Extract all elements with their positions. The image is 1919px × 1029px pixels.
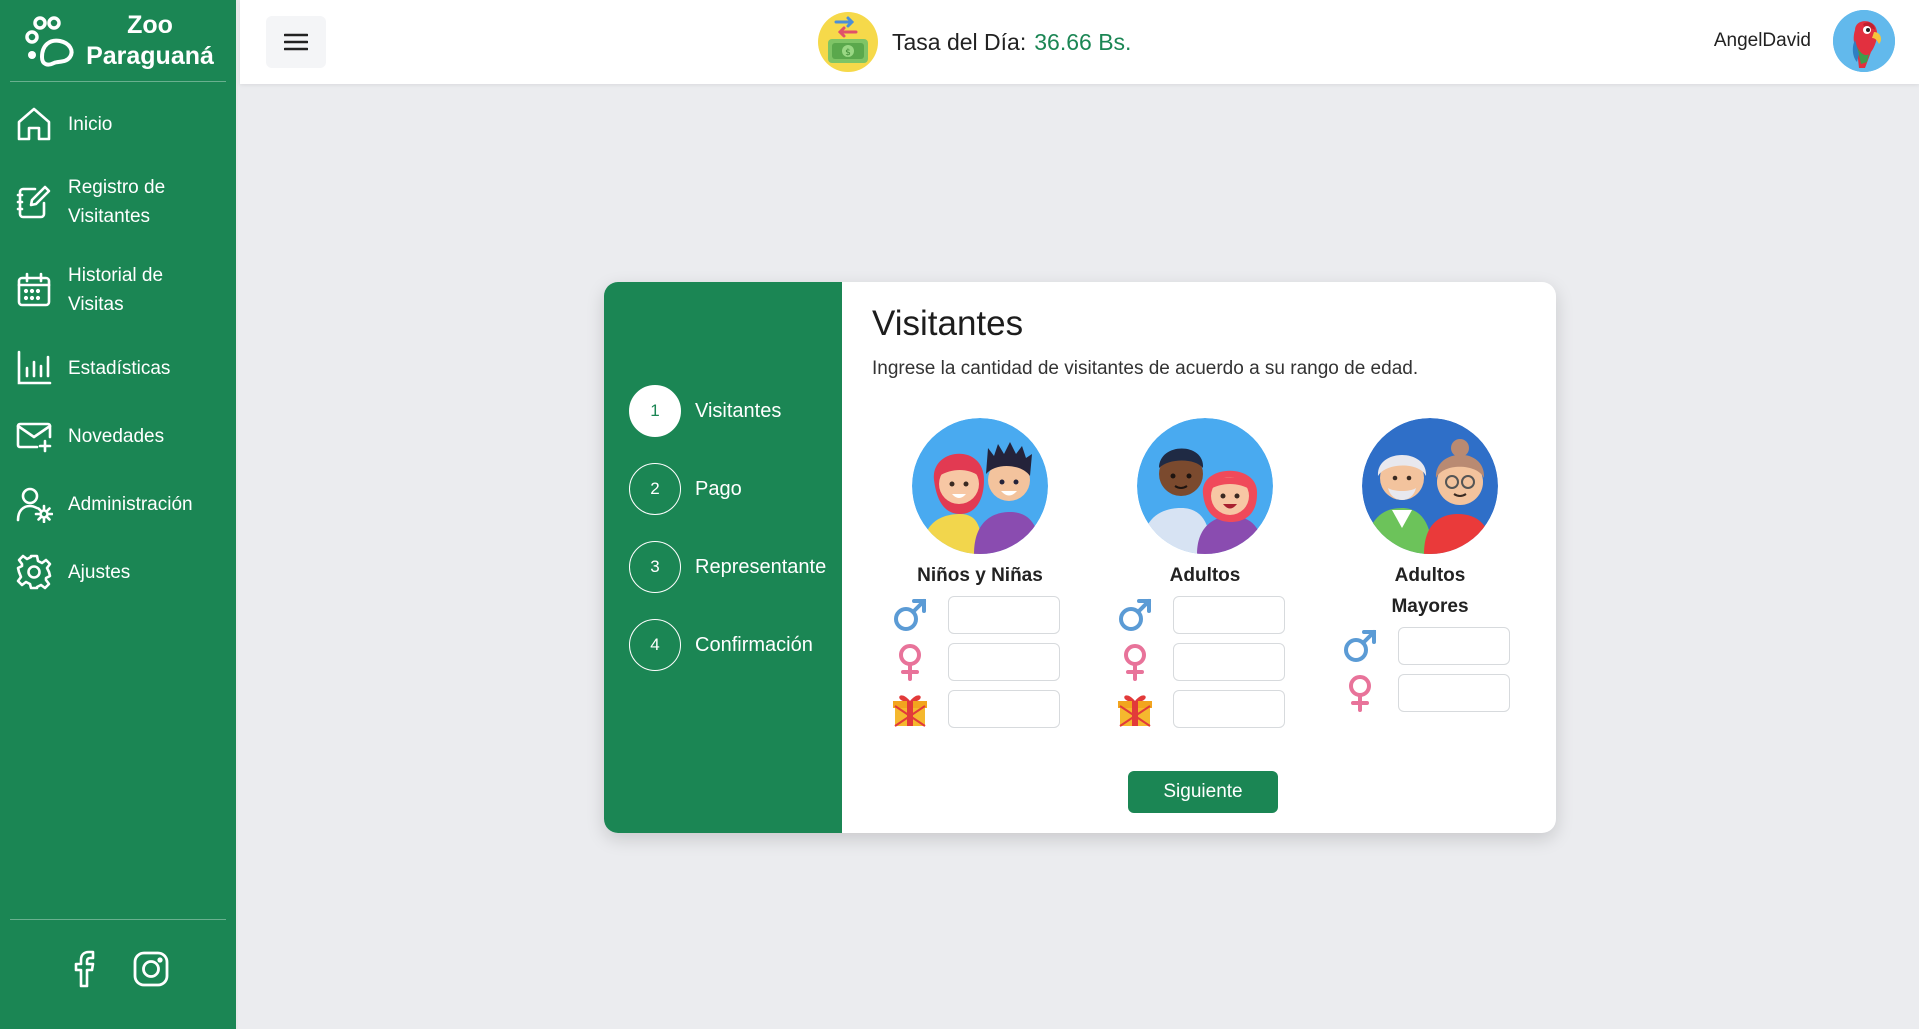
menu-toggle-button[interactable] [266, 16, 326, 68]
group-title: Niños y Niñas [917, 565, 1043, 586]
step-number: 2 [629, 463, 681, 515]
male-symbol-icon [880, 597, 940, 633]
sidebar-item-administracion[interactable]: Administración [0, 470, 236, 538]
male-symbol-icon [1330, 628, 1390, 664]
form-description: Ingrese la cantidad de visitantes de acu… [872, 358, 1419, 379]
chart-icon [14, 348, 54, 388]
next-button[interactable]: Siguiente [1128, 771, 1278, 813]
sidebar-item-label-line1: Registro de [68, 177, 166, 198]
children-gift-input[interactable] [948, 689, 1060, 728]
gear-icon [14, 552, 54, 592]
home-icon [14, 104, 54, 144]
group-seniors: Adultos Mayores [1330, 418, 1530, 716]
paw-logo-icon [25, 15, 74, 67]
sidebar-nav: Inicio Registro de Visitantes Historial … [0, 82, 236, 606]
children-female-input[interactable] [948, 642, 1060, 681]
gift-icon [880, 690, 940, 728]
step-label: Confirmación [695, 633, 813, 656]
sidebar-item-label-line2: Visitas [68, 294, 124, 315]
sidebar-item-label: Ajustes [68, 561, 131, 583]
visitor-wizard-card: 1 Visitantes 2 Pago 3 Representante 4 Co… [604, 282, 1556, 833]
sidebar-item-label: Novedades [68, 425, 165, 447]
step-pago[interactable]: 2 Pago [629, 463, 742, 515]
brand[interactable]: Zoo Paraguaná [10, 0, 226, 82]
children-illustration [912, 418, 1048, 554]
sidebar-item-label-line1: Historial de [68, 265, 164, 286]
step-number: 3 [629, 541, 681, 593]
sidebar-item-label-line2: Visitantes [68, 206, 151, 227]
adults-illustration [1137, 418, 1273, 554]
step-number: 4 [629, 619, 681, 671]
sidebar-item-label: Administración [68, 493, 193, 515]
group-title-line1: Adultos [1394, 565, 1466, 586]
user-menu[interactable]: AngelDavid [1714, 10, 1895, 72]
female-symbol-icon [880, 643, 940, 681]
step-confirmacion[interactable]: 4 Confirmación [629, 619, 813, 671]
step-label: Visitantes [695, 399, 782, 422]
hamburger-icon [284, 33, 308, 51]
seniors-male-input[interactable] [1398, 626, 1510, 665]
mail-icon [14, 416, 54, 456]
rate-label: Tasa del Día: [892, 28, 1027, 55]
step-visitantes[interactable]: 1 Visitantes [629, 385, 781, 437]
facebook-icon[interactable] [65, 949, 105, 989]
children-male-input[interactable] [948, 595, 1060, 634]
gift-icon [1105, 690, 1165, 728]
sidebar-item-historial[interactable]: Historial de Visitas [0, 246, 236, 334]
avatar[interactable] [1833, 10, 1895, 72]
sidebar-item-label: Estadísticas [68, 357, 171, 379]
user-gear-icon [14, 484, 54, 524]
sidebar: Zoo Paraguaná Inicio Registro de Visitan… [0, 0, 238, 1029]
female-symbol-icon [1105, 643, 1165, 681]
step-label: Representante [695, 555, 827, 578]
instagram-icon[interactable] [131, 949, 171, 989]
wizard-steps: 1 Visitantes 2 Pago 3 Representante 4 Co… [604, 282, 842, 833]
brand-line1: Zoo [127, 10, 173, 39]
step-label: Pago [695, 477, 742, 500]
sidebar-item-estadisticas[interactable]: Estadísticas [0, 334, 236, 402]
social-links [0, 919, 236, 1029]
exchange-rate: $ Tasa del Día: 36.66 Bs. [818, 12, 1131, 72]
step-number: 1 [629, 385, 681, 437]
form-title: Visitantes [872, 304, 1024, 343]
seniors-female-input[interactable] [1398, 673, 1510, 712]
sidebar-item-label: Inicio [68, 113, 113, 135]
money-exchange-icon: $ [818, 12, 878, 72]
adults-male-input[interactable] [1173, 595, 1285, 634]
adults-gift-input[interactable] [1173, 689, 1285, 728]
male-symbol-icon [1105, 597, 1165, 633]
group-title: Adultos [1169, 565, 1241, 586]
group-adults: Adultos [1105, 418, 1305, 732]
register-icon [14, 182, 54, 222]
sidebar-item-ajustes[interactable]: Ajustes [0, 538, 236, 606]
sidebar-item-registro[interactable]: Registro de Visitantes [0, 158, 236, 246]
username: AngelDavid [1713, 30, 1811, 51]
divider [10, 919, 226, 920]
svg-text:$: $ [845, 48, 851, 58]
step-representante[interactable]: 3 Representante [629, 541, 826, 593]
sidebar-item-novedades[interactable]: Novedades [0, 402, 236, 470]
brand-line2: Paraguaná [86, 41, 214, 70]
topbar: $ Tasa del Día: 36.66 Bs. AngelDavid [240, 0, 1919, 84]
calendar-icon [14, 270, 54, 310]
wizard-content: Visitantes Ingrese la cantidad de visita… [842, 282, 1556, 833]
group-title-line2: Mayores [1391, 596, 1469, 617]
rate-value: 36.66 Bs. [1034, 28, 1132, 55]
group-children: Niños y Niñas [880, 418, 1080, 732]
sidebar-item-inicio[interactable]: Inicio [0, 90, 236, 158]
seniors-illustration [1362, 418, 1498, 554]
parrot-avatar-icon [1833, 10, 1895, 72]
adults-female-input[interactable] [1173, 642, 1285, 681]
female-symbol-icon [1330, 674, 1390, 712]
